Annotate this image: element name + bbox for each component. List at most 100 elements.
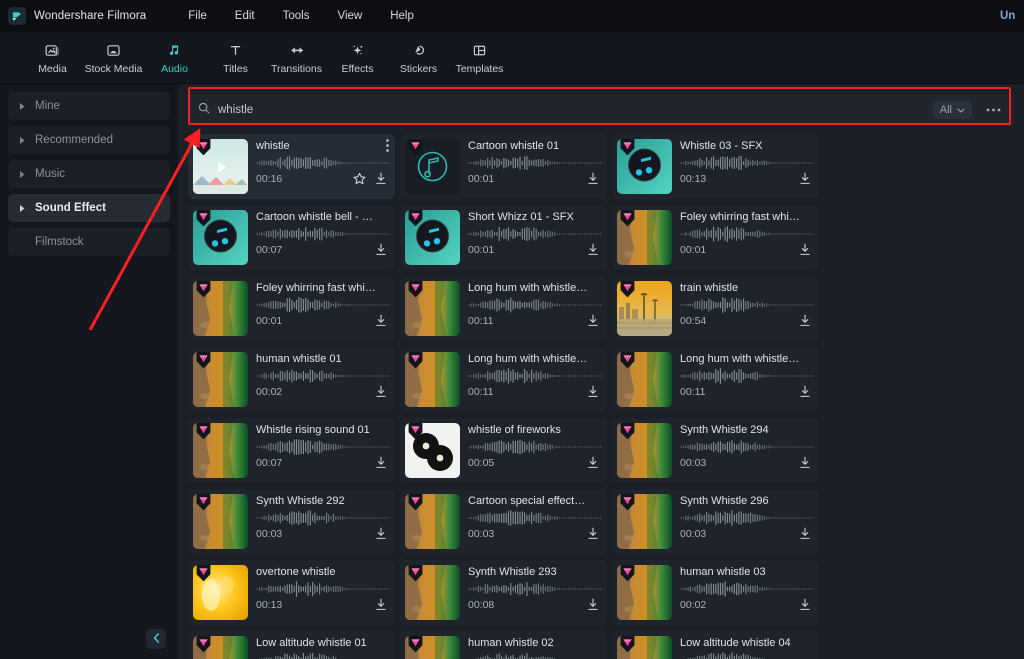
audio-thumbnail[interactable] xyxy=(193,210,248,265)
menu-tools[interactable]: Tools xyxy=(269,6,324,26)
download-icon[interactable] xyxy=(375,172,387,185)
audio-card[interactable]: overtone whistle 00:13 xyxy=(188,560,395,625)
audio-thumbnail[interactable] xyxy=(193,281,248,336)
audio-card[interactable]: train whistle 00:54 xyxy=(612,276,819,341)
menu-file[interactable]: File xyxy=(174,6,221,26)
audio-card[interactable]: human whistle 01 00:02 xyxy=(188,347,395,412)
audio-card[interactable]: Synth Whistle 294 00:03 xyxy=(612,418,819,483)
sidebar-item-filmstock[interactable]: Filmstock xyxy=(8,228,170,256)
audio-card[interactable]: human whistle 02 xyxy=(400,631,607,659)
audio-card-footer: 00:54 xyxy=(680,314,814,327)
sidebar-item-sound-effect[interactable]: Sound Effect xyxy=(8,194,170,222)
audio-card[interactable]: Cartoon whistle bell - S... 00:07 xyxy=(188,205,395,270)
audio-thumbnail[interactable] xyxy=(617,139,672,194)
tab-stickers[interactable]: Stickers xyxy=(388,41,449,75)
audio-thumbnail[interactable] xyxy=(405,423,460,478)
download-icon[interactable] xyxy=(375,527,387,540)
audio-card[interactable]: Foley whirring fast whis... 00:01 xyxy=(188,276,395,341)
sidebar-item-recommended-label: Recommended xyxy=(35,134,113,146)
audio-card[interactable]: Low altitude whistle 01 xyxy=(188,631,395,659)
audio-thumbnail[interactable] xyxy=(405,636,460,659)
audio-card[interactable]: Synth Whistle 292 00:03 xyxy=(188,489,395,554)
download-icon[interactable] xyxy=(587,598,599,611)
user-account-label[interactable]: Un xyxy=(1000,10,1022,22)
audio-card[interactable]: Long hum with whistle ... 00:11 xyxy=(400,347,607,412)
tab-titles[interactable]: Titles xyxy=(205,41,266,75)
tab-audio[interactable]: Audio xyxy=(144,41,205,75)
audio-card[interactable]: Foley whirring fast whis... 00:01 xyxy=(612,205,819,270)
tab-media[interactable]: Media xyxy=(22,41,83,75)
audio-thumbnail[interactable] xyxy=(193,139,248,194)
download-icon[interactable] xyxy=(375,598,387,611)
audio-thumbnail[interactable] xyxy=(617,494,672,549)
download-icon[interactable] xyxy=(587,172,599,185)
download-icon[interactable] xyxy=(375,243,387,256)
download-icon[interactable] xyxy=(375,314,387,327)
download-icon[interactable] xyxy=(799,172,811,185)
audio-thumbnail[interactable] xyxy=(405,139,460,194)
download-icon[interactable] xyxy=(587,527,599,540)
search-input[interactable] xyxy=(218,104,925,116)
audio-card[interactable]: Cartoon special effects ... 00:03 xyxy=(400,489,607,554)
download-icon[interactable] xyxy=(799,385,811,398)
card-more-menu-icon[interactable] xyxy=(386,139,389,153)
audio-card[interactable]: Long hum with whistle ... 00:11 xyxy=(612,347,819,412)
download-icon[interactable] xyxy=(587,456,599,469)
audio-thumbnail[interactable] xyxy=(617,281,672,336)
sidebar-collapse-button[interactable] xyxy=(146,629,166,649)
filter-dropdown[interactable]: All xyxy=(932,101,972,119)
search-box[interactable]: All xyxy=(188,94,1014,126)
audio-card[interactable]: Long hum with whistle ... 00:11 xyxy=(400,276,607,341)
sidebar-item-music[interactable]: Music xyxy=(8,160,170,188)
audio-thumbnail[interactable] xyxy=(617,352,672,407)
audio-card[interactable]: Short Whizz 01 - SFX 00:01 xyxy=(400,205,607,270)
menu-edit[interactable]: Edit xyxy=(221,6,269,26)
audio-card[interactable]: Synth Whistle 296 00:03 xyxy=(612,489,819,554)
tab-effects[interactable]: Effects xyxy=(327,41,388,75)
download-icon[interactable] xyxy=(799,243,811,256)
audio-thumbnail[interactable] xyxy=(193,352,248,407)
favorite-star-icon[interactable] xyxy=(353,172,366,185)
audio-card[interactable]: Whistle rising sound 01 00:07 xyxy=(188,418,395,483)
audio-thumbnail[interactable] xyxy=(193,423,248,478)
audio-thumbnail[interactable] xyxy=(405,210,460,265)
audio-thumbnail[interactable] xyxy=(193,565,248,620)
download-icon[interactable] xyxy=(375,385,387,398)
download-icon[interactable] xyxy=(799,598,811,611)
audio-card[interactable]: human whistle 03 00:02 xyxy=(612,560,819,625)
audio-card[interactable]: whistle 00:16 xyxy=(188,134,395,199)
audio-thumbnail[interactable] xyxy=(405,352,460,407)
download-icon[interactable] xyxy=(375,456,387,469)
audio-thumbnail[interactable] xyxy=(193,636,248,659)
audio-thumbnail[interactable] xyxy=(617,565,672,620)
audio-card[interactable]: Whistle 03 - SFX 00:13 xyxy=(612,134,819,199)
sidebar-item-recommended[interactable]: Recommended xyxy=(8,126,170,154)
audio-card-actions xyxy=(799,172,814,185)
tab-transitions[interactable]: Transitions xyxy=(266,41,327,75)
download-icon[interactable] xyxy=(587,243,599,256)
audio-card[interactable]: Synth Whistle 293 00:08 xyxy=(400,560,607,625)
premium-gem-icon xyxy=(196,210,211,227)
more-options-button[interactable] xyxy=(982,108,1004,112)
audio-card[interactable]: Cartoon whistle 01 00:01 xyxy=(400,134,607,199)
audio-thumbnail[interactable] xyxy=(617,423,672,478)
tab-templates[interactable]: Templates xyxy=(449,41,510,75)
download-icon[interactable] xyxy=(799,456,811,469)
audio-thumbnail[interactable] xyxy=(405,565,460,620)
sidebar-item-mine[interactable]: Mine xyxy=(8,92,170,120)
tab-stock-media[interactable]: Stock Media xyxy=(83,41,144,75)
audio-thumbnail[interactable] xyxy=(405,494,460,549)
download-icon[interactable] xyxy=(587,314,599,327)
audio-card[interactable]: Low altitude whistle 04 xyxy=(612,631,819,659)
audio-card-footer: 00:08 xyxy=(468,598,602,611)
audio-thumbnail[interactable] xyxy=(617,210,672,265)
audio-card[interactable]: whistle of fireworks 00:05 xyxy=(400,418,607,483)
download-icon[interactable] xyxy=(799,314,811,327)
audio-thumbnail[interactable] xyxy=(405,281,460,336)
audio-thumbnail[interactable] xyxy=(617,636,672,659)
download-icon[interactable] xyxy=(587,385,599,398)
menu-view[interactable]: View xyxy=(323,6,376,26)
menu-help[interactable]: Help xyxy=(376,6,428,26)
audio-thumbnail[interactable] xyxy=(193,494,248,549)
download-icon[interactable] xyxy=(799,527,811,540)
